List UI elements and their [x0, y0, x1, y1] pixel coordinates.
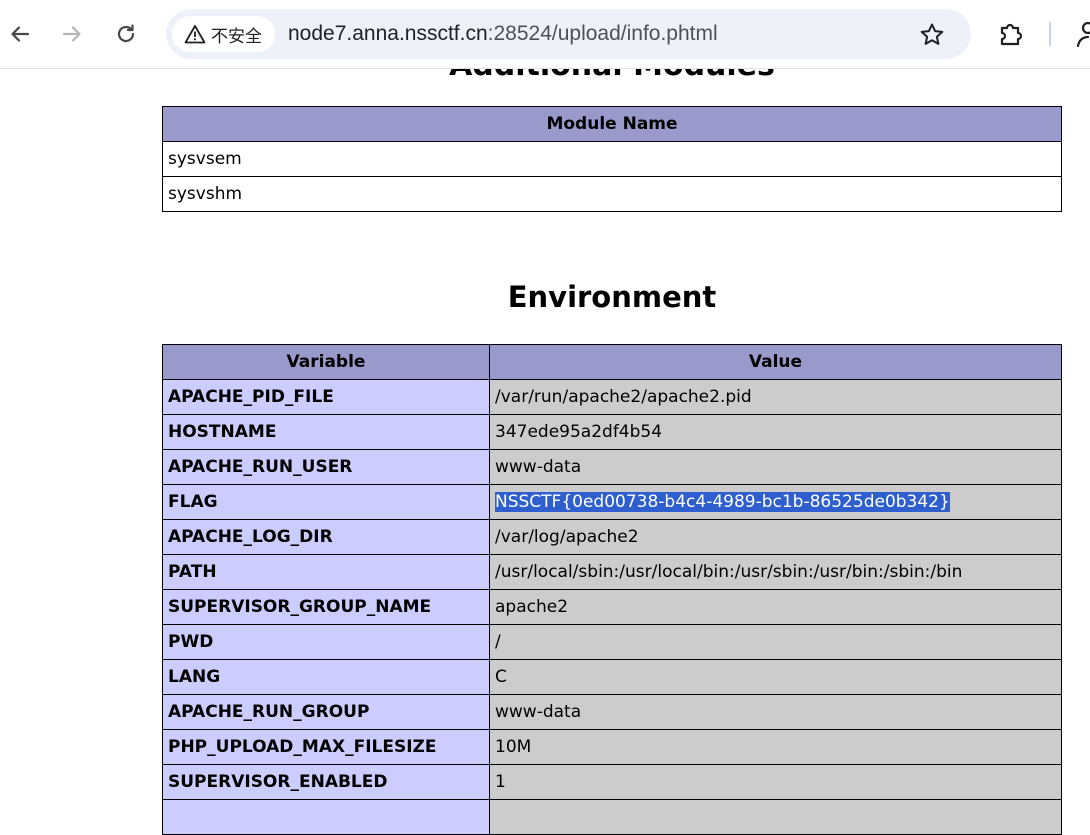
- section-heading-environment: Environment: [507, 280, 717, 314]
- variable-value: /usr/local/sbin:/usr/local/bin:/usr/sbin…: [489, 554, 1062, 590]
- table-row: LANG C: [162, 659, 1062, 695]
- toolbar-divider: [1049, 22, 1051, 46]
- variable-name: PATH: [162, 554, 490, 590]
- variable-value: 10M: [489, 729, 1062, 765]
- module-cell: sysvshm: [162, 176, 1062, 212]
- variable-header: Variable: [162, 344, 490, 380]
- reload-icon: [115, 23, 137, 45]
- selected-flag-text[interactable]: NSSCTF{0ed00738-b4c4-4989-bc1b-86525de0b…: [495, 492, 950, 512]
- table-row: APACHE_LOG_DIR /var/log/apache2: [162, 519, 1062, 555]
- variable-value: /var/log/apache2: [489, 519, 1062, 555]
- modules-header: Module Name: [162, 106, 1062, 142]
- variable-name: APACHE_RUN_USER: [162, 449, 490, 485]
- security-chip[interactable]: 不安全: [172, 16, 275, 52]
- back-arrow-icon: [9, 23, 31, 45]
- variable-value: [489, 799, 1062, 835]
- table-row: PATH /usr/local/sbin:/usr/local/bin:/usr…: [162, 554, 1062, 590]
- star-icon[interactable]: [918, 21, 946, 49]
- flag-value-cell: NSSCTF{0ed00738-b4c4-4989-bc1b-86525de0b…: [489, 484, 1062, 520]
- variable-name: PHP_UPLOAD_MAX_FILESIZE: [162, 729, 490, 765]
- url-host: node7.anna.nssctf.cn: [288, 22, 488, 45]
- table-row: sysvsem: [162, 141, 1062, 177]
- table-row: [162, 799, 1062, 835]
- variable-name: SUPERVISOR_ENABLED: [162, 764, 490, 800]
- table-row: APACHE_RUN_USER www-data: [162, 449, 1062, 485]
- variable-name: APACHE_RUN_GROUP: [162, 694, 490, 730]
- variable-value: www-data: [489, 694, 1062, 730]
- value-header: Value: [489, 344, 1062, 380]
- reload-button[interactable]: [106, 14, 146, 54]
- variable-value: /var/run/apache2/apache2.pid: [489, 379, 1062, 415]
- address-bar[interactable]: 不安全 node7.anna.nssctf.cn:28524/upload/in…: [166, 9, 971, 59]
- table-row: SUPERVISOR_GROUP_NAME apache2: [162, 589, 1062, 625]
- url-path: :28524/upload/info.phtml: [487, 22, 718, 45]
- table-row: HOSTNAME 347ede95a2df4b54: [162, 414, 1062, 450]
- modules-table: Module Name sysvsem sysvshm: [162, 106, 1062, 212]
- table-row: PHP_UPLOAD_MAX_FILESIZE 10M: [162, 729, 1062, 765]
- variable-value: www-data: [489, 449, 1062, 485]
- security-label: 不安全: [211, 26, 262, 47]
- table-row: APACHE_PID_FILE /var/run/apache2/apache2…: [162, 379, 1062, 415]
- table-row: SUPERVISOR_ENABLED 1: [162, 764, 1062, 800]
- table-row: PWD /: [162, 624, 1062, 660]
- forward-arrow-icon: [61, 23, 83, 45]
- variable-value: C: [489, 659, 1062, 695]
- profile-icon[interactable]: [1074, 18, 1090, 50]
- variable-name: SUPERVISOR_GROUP_NAME: [162, 589, 490, 625]
- variable-value: apache2: [489, 589, 1062, 625]
- variable-name: LANG: [162, 659, 490, 695]
- environment-table: Variable Value APACHE_PID_FILE /var/run/…: [162, 344, 1062, 835]
- variable-value: 347ede95a2df4b54: [489, 414, 1062, 450]
- table-row: FLAG NSSCTF{0ed00738-b4c4-4989-bc1b-8652…: [162, 484, 1062, 520]
- variable-name: PWD: [162, 624, 490, 660]
- table-row: APACHE_RUN_GROUP www-data: [162, 694, 1062, 730]
- warning-triangle-icon: [183, 22, 207, 46]
- variable-name: APACHE_LOG_DIR: [162, 519, 490, 555]
- back-button[interactable]: [0, 14, 40, 54]
- variable-name: FLAG: [162, 484, 490, 520]
- puzzle-icon[interactable]: [996, 18, 1028, 50]
- forward-button[interactable]: [52, 14, 92, 54]
- page-content: Additional Modules Module Name sysvsem s…: [0, 0, 1090, 835]
- variable-name: APACHE_PID_FILE: [162, 379, 490, 415]
- variable-name: [162, 799, 490, 835]
- browser-toolbar: 不安全 node7.anna.nssctf.cn:28524/upload/in…: [0, 0, 1090, 69]
- variable-name: HOSTNAME: [162, 414, 490, 450]
- url-text[interactable]: node7.anna.nssctf.cn:28524/upload/info.p…: [288, 22, 718, 46]
- module-cell: sysvsem: [162, 141, 1062, 177]
- variable-value: /: [489, 624, 1062, 660]
- table-row: sysvshm: [162, 176, 1062, 212]
- variable-value: 1: [489, 764, 1062, 800]
